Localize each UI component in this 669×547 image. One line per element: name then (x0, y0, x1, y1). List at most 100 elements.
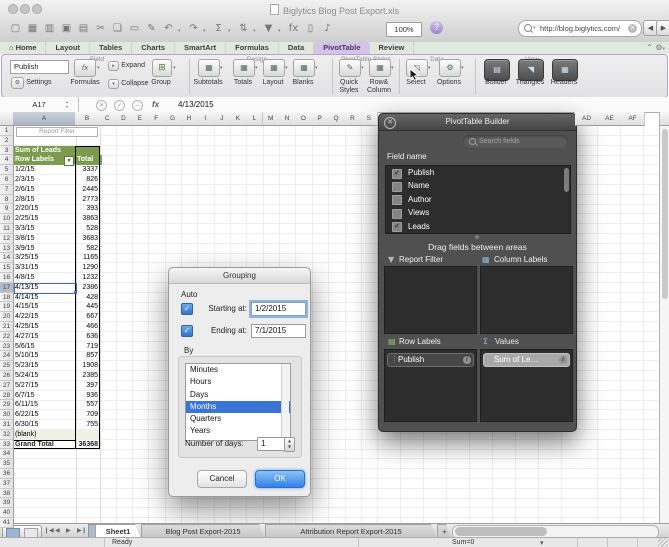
blanks-button[interactable]: Blanks (285, 79, 321, 87)
row-header-36[interactable]: 36 (0, 469, 14, 479)
row-header-3[interactable]: 3 (0, 145, 14, 156)
col-header-f[interactable]: F (148, 112, 166, 126)
layout-dropdown-icon[interactable]: ▾ (285, 65, 288, 71)
row-header-19[interactable]: 19 (0, 302, 14, 313)
row-header-22[interactable]: 22 (0, 331, 14, 342)
values-field-pill[interactable]: Sum of Le… i (483, 353, 570, 367)
tab-pivottable[interactable]: PivotTable (314, 42, 370, 54)
resize-grip[interactable] (658, 538, 668, 547)
cancel-entry-icon[interactable]: ✕ (96, 99, 107, 111)
quick-styles-dropdown-icon[interactable]: ▾ (361, 65, 364, 71)
row-labels-dropzone[interactable]: ⋮ Publish i (384, 349, 477, 422)
col-header-ad[interactable]: AD (575, 112, 599, 126)
col-header-s[interactable]: S (360, 112, 378, 126)
row-header-21[interactable]: 21 (0, 322, 14, 332)
row-header-41[interactable]: 41 (0, 518, 14, 528)
field-item-name[interactable]: Name (386, 179, 570, 192)
col-header-p[interactable]: P (311, 112, 329, 126)
selected-cell-a17[interactable] (13, 282, 77, 295)
quick-styles-icon[interactable]: ✎ (339, 59, 361, 77)
row-header-27[interactable]: 27 (0, 380, 14, 391)
field-checkbox[interactable]: ✓ (392, 168, 402, 179)
ending-at-checkbox[interactable]: ✓ (181, 325, 193, 337)
help-button[interactable]: ? (430, 21, 443, 34)
group-dropdown-icon[interactable]: ▾ (173, 65, 176, 71)
grouping-listbox[interactable]: Minutes Hours Days Months Quarters Years (185, 363, 291, 441)
settings-button[interactable]: ⚙ Settings (11, 77, 52, 89)
dialog-title[interactable]: Grouping (169, 268, 310, 284)
subtotals-dropdown-icon[interactable]: ▾ (220, 65, 223, 71)
formulas-button[interactable]: Formulas (68, 79, 102, 87)
sheet-nav-3[interactable]: ▶❙ (77, 526, 87, 536)
grouping-option-years[interactable]: Years (186, 425, 290, 437)
tab-review[interactable]: Review (370, 42, 415, 54)
totals-dropdown-icon[interactable]: ▾ (255, 65, 258, 71)
row-header-28[interactable]: 28 (0, 390, 14, 401)
filter-icon[interactable]: ▼ (261, 21, 276, 37)
field-item-author[interactable]: Author (386, 193, 570, 206)
col-header-n[interactable]: N (278, 112, 297, 126)
header-corner[interactable] (0, 112, 14, 126)
tab-data[interactable]: Data (279, 42, 315, 54)
redo-icon[interactable]: ↷ (186, 21, 201, 37)
options-button[interactable]: Options (431, 79, 467, 87)
row-header-40[interactable]: 40 (0, 508, 14, 518)
ending-at-input[interactable]: 7/1/2015 (251, 324, 306, 338)
col-header-k[interactable]: K (229, 112, 248, 126)
autosum-icon[interactable]: Σ (211, 21, 226, 37)
fill-handle[interactable] (73, 290, 77, 294)
name-box-stepper-icon[interactable]: ▴ ▾ (66, 99, 68, 109)
select-button[interactable]: Select (398, 79, 434, 87)
report-filter-zone[interactable]: Report Filter (16, 126, 98, 137)
options-dropdown-icon[interactable]: ▾ (461, 65, 464, 71)
collapse-button[interactable]: ▾ Collapse (108, 78, 148, 89)
row-header-39[interactable]: 39 (0, 498, 14, 509)
tab-tables[interactable]: Tables (90, 42, 133, 54)
group-icon[interactable]: ⊞ (152, 59, 172, 77)
field-name-input[interactable]: Publish (10, 60, 69, 74)
formula-value[interactable]: 4/13/2015 (178, 97, 214, 112)
row-header-26[interactable]: 26 (0, 371, 14, 381)
days-stepper[interactable]: ▲ ▼ (284, 437, 295, 452)
field-checkbox[interactable] (392, 195, 402, 206)
forward-button[interactable]: ▶ (656, 20, 669, 36)
row-header-15[interactable]: 15 (0, 263, 14, 273)
field-item-publish[interactable]: ✓ Publish (386, 166, 570, 179)
filter-dropdown-icon[interactable]: ▾ (278, 28, 281, 34)
horizontal-scrollbar-thumb[interactable] (455, 527, 547, 536)
row-header-18[interactable]: 18 (0, 292, 14, 303)
tab-smartart[interactable]: SmartArt (175, 42, 227, 54)
row-header-17[interactable]: 17 (0, 282, 14, 293)
headers-icon[interactable]: ▦ (552, 59, 578, 81)
headers-button[interactable]: Headers (544, 79, 584, 87)
report-filter-dropzone[interactable] (384, 266, 477, 334)
search-scope-chevron-icon[interactable]: ▾ (533, 25, 536, 31)
values-dropzone[interactable]: Sum of Le… i (480, 349, 573, 422)
new-icon[interactable]: ▢ (8, 21, 23, 37)
search-value[interactable]: http://blog.biglytics.com/ (540, 21, 626, 36)
col-header-a[interactable]: A (13, 112, 76, 126)
grouping-option-minutes[interactable]: Minutes (186, 364, 290, 376)
tab-home[interactable]: ⌂ Home (0, 42, 47, 54)
format-painter-icon[interactable]: ✎ (144, 21, 159, 37)
close-icon[interactable]: ✕ (384, 117, 396, 129)
row-header-12[interactable]: 12 (0, 233, 14, 244)
row-header-29[interactable]: 29 (0, 400, 14, 411)
row-header-31[interactable]: 31 (0, 420, 14, 430)
number-of-days-input[interactable]: 1 (257, 437, 285, 451)
autosum-dropdown-icon[interactable]: ▾ (228, 28, 231, 34)
ok-button[interactable]: OK (255, 470, 305, 488)
paste-icon[interactable]: ▭ (127, 21, 142, 37)
sheet-nav-1[interactable]: ◀ (55, 526, 60, 536)
row-header-2[interactable]: 2 (0, 135, 14, 146)
sort-icon[interactable]: ⇅ (236, 21, 251, 37)
row-header-30[interactable]: 30 (0, 410, 14, 420)
col-header-o[interactable]: O (295, 112, 313, 126)
vertical-scrollbar[interactable] (659, 126, 669, 523)
triangles-icon[interactable]: ◥ (518, 59, 544, 81)
starting-at-input[interactable]: 1/2/2015 (251, 302, 306, 316)
tab-formulas[interactable]: Formulas (226, 42, 279, 54)
group-button[interactable]: Group (146, 79, 176, 87)
media-browser-icon[interactable]: ♪ (320, 21, 335, 37)
col-header-g[interactable]: G (164, 112, 182, 126)
